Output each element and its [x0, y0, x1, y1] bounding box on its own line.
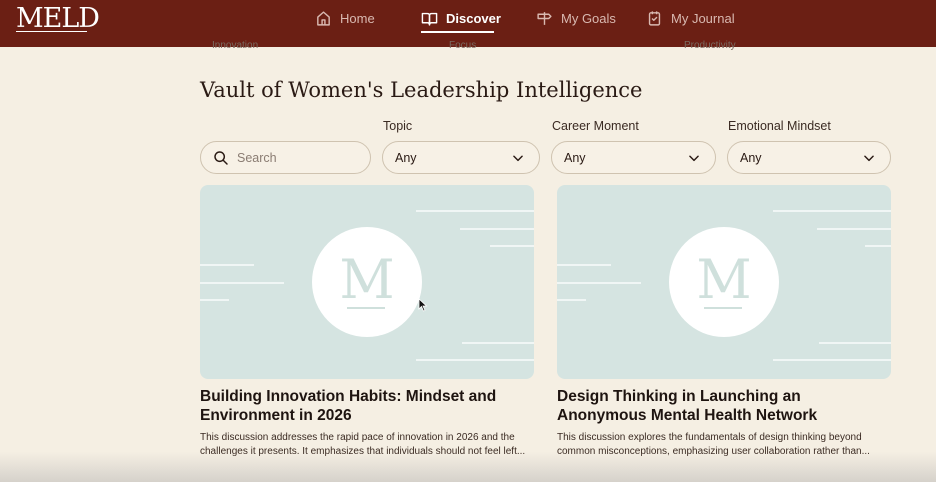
emotional-mindset-filter-label: Emotional Mindset	[728, 119, 831, 133]
book-icon	[421, 12, 438, 26]
card-title[interactable]: Design Thinking in Launching an Anonymou…	[557, 387, 891, 425]
topic-select-value: Any	[395, 150, 417, 165]
category-label[interactable]: Innovation	[212, 40, 258, 51]
nav-home[interactable]: Home	[315, 7, 375, 29]
card-thumbnail: M	[557, 185, 891, 379]
nav-discover[interactable]: Discover	[421, 7, 501, 29]
chevron-down-icon	[864, 155, 874, 161]
card-logo-letter: M	[339, 248, 395, 311]
content-card[interactable]: M Building Innovation Habits: Mindset an…	[200, 185, 534, 459]
content-card[interactable]: M Design Thinking in Launching an Anonym…	[557, 185, 891, 459]
card-thumbnail: M	[200, 185, 534, 379]
emotional-mindset-select-value: Any	[740, 150, 762, 165]
topic-select[interactable]: Any	[382, 141, 540, 174]
nav-discover-label: Discover	[446, 10, 501, 26]
card-description: This discussion addresses the rapid pace…	[200, 432, 526, 457]
signpost-icon	[537, 11, 552, 25]
card-logo-letter: M	[696, 248, 752, 311]
career-moment-select-value: Any	[564, 150, 586, 165]
section-title: Vault of Women's Leadership Intelligence	[200, 78, 643, 102]
nav-home-label: Home	[340, 10, 375, 26]
journal-icon	[648, 10, 661, 26]
chevron-down-icon	[513, 155, 523, 161]
search-input[interactable]	[237, 150, 347, 165]
nav-active-indicator	[421, 31, 494, 33]
emotional-mindset-select[interactable]: Any	[727, 141, 891, 174]
card-description: This discussion explores the fundamental…	[557, 432, 870, 457]
card-title[interactable]: Building Innovation Habits: Mindset and …	[200, 387, 534, 425]
nav-my-journal-label: My Journal	[671, 10, 735, 26]
logo-underline	[16, 31, 87, 32]
category-label[interactable]: Productivity	[684, 40, 736, 51]
meld-logo[interactable]: MELD	[16, 4, 100, 34]
search-box[interactable]	[200, 141, 371, 174]
nav-my-journal[interactable]: My Journal	[646, 7, 735, 29]
career-moment-filter-label: Career Moment	[552, 119, 639, 133]
mouse-cursor-icon	[418, 298, 428, 312]
home-icon	[317, 10, 330, 26]
meld-logo-circle: M	[669, 227, 779, 337]
topic-filter-label: Topic	[383, 119, 413, 133]
category-label[interactable]: Focus	[449, 40, 476, 51]
career-moment-select[interactable]: Any	[551, 141, 716, 174]
category-labels-strip: Innovation Focus Productivity	[0, 40, 936, 52]
nav-my-goals-label: My Goals	[561, 10, 616, 26]
meld-logo-circle: M	[312, 227, 422, 337]
chevron-down-icon	[689, 155, 699, 161]
nav-my-goals[interactable]: My Goals	[536, 7, 616, 29]
search-icon	[214, 150, 228, 165]
